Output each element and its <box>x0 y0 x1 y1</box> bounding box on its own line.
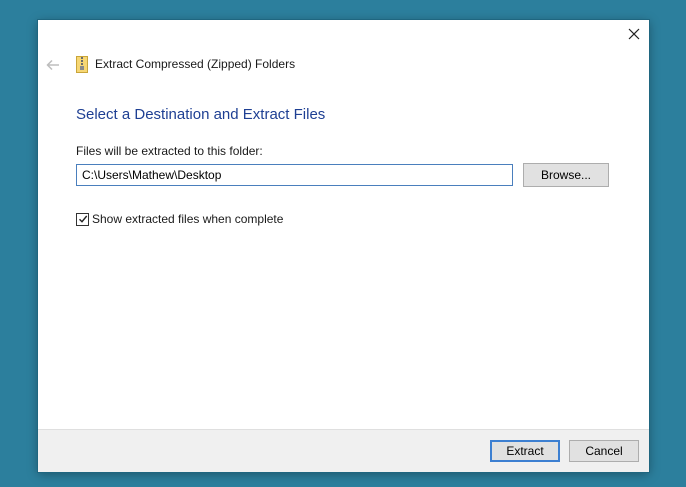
close-icon <box>628 28 640 40</box>
desktop-background: Extract Compressed (Zipped) Folders Sele… <box>0 0 686 487</box>
close-button[interactable] <box>619 20 649 48</box>
extract-button[interactable]: Extract <box>490 440 560 462</box>
window-title: Extract Compressed (Zipped) Folders <box>95 57 296 71</box>
extract-dialog: Extract Compressed (Zipped) Folders Sele… <box>38 20 649 472</box>
cancel-button[interactable]: Cancel <box>569 440 639 462</box>
checkmark-icon <box>78 215 87 223</box>
dialog-header: Extract Compressed (Zipped) Folders <box>38 53 649 77</box>
show-files-checkbox[interactable] <box>76 212 89 226</box>
destination-label: Files will be extracted to this folder: <box>76 144 263 158</box>
dialog-footer: Extract Cancel <box>38 429 649 472</box>
page-title: Select a Destination and Extract Files <box>76 106 326 123</box>
back-arrow-icon[interactable] <box>45 57 61 73</box>
destination-path-input[interactable] <box>76 164 513 186</box>
show-files-checkbox-row[interactable]: Show extracted files when complete <box>76 211 283 227</box>
browse-button[interactable]: Browse... <box>523 163 609 187</box>
zip-folder-icon <box>76 56 88 73</box>
show-files-checkbox-label[interactable]: Show extracted files when complete <box>92 212 283 226</box>
